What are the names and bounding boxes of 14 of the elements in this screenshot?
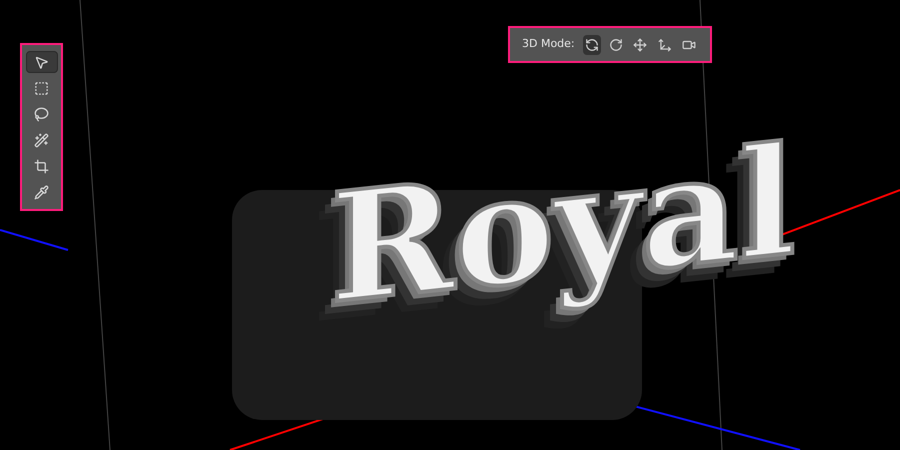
slide-icon (658, 38, 672, 52)
rotate-icon (609, 38, 624, 52)
mode-label: 3D Mode: (522, 36, 575, 52)
orbit-icon (584, 38, 599, 52)
eyedropper-icon (34, 184, 49, 200)
magic-wand-icon (34, 132, 49, 148)
move-tool-icon (34, 54, 49, 70)
tool-button[interactable] (26, 51, 58, 73)
marquee-icon (34, 80, 49, 96)
mode-button[interactable] (582, 34, 601, 54)
move-icon (633, 38, 648, 52)
lasso-icon (34, 106, 49, 122)
text-3d: Royal (330, 126, 796, 324)
crop-icon (34, 158, 49, 174)
